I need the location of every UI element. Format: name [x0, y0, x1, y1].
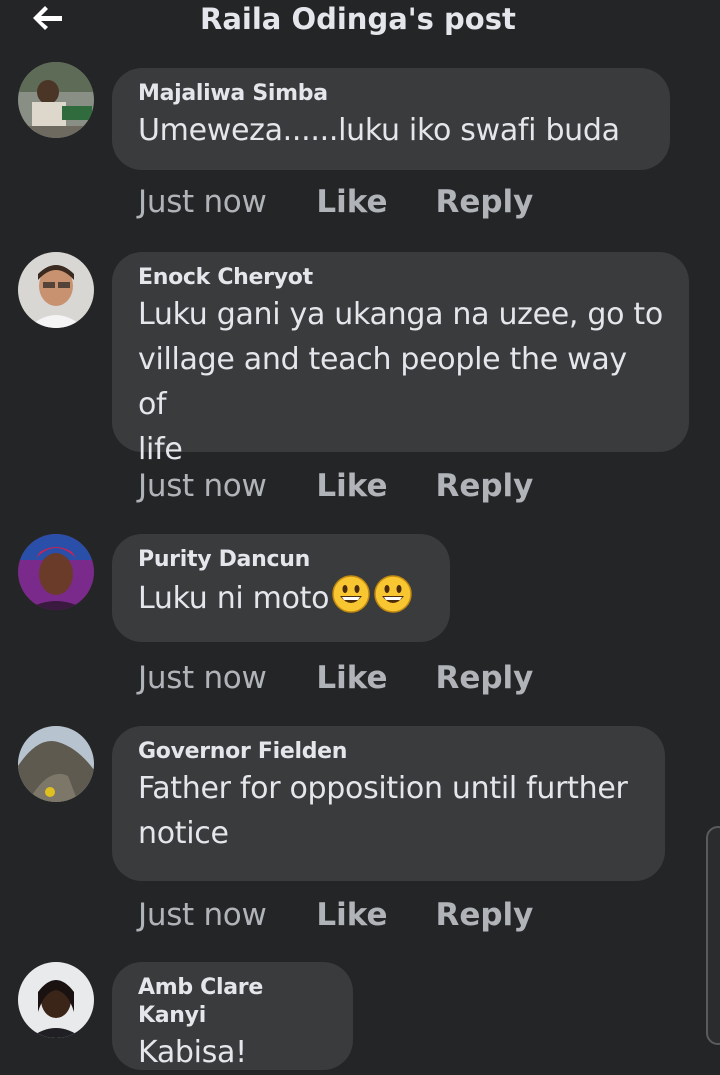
page-title: Raila Odinga's post [200, 2, 516, 36]
avatar[interactable] [18, 252, 94, 328]
like-button[interactable]: Like [316, 660, 387, 696]
comment-text-line: Luku gani ya ukanga na uzee, go to [138, 297, 663, 332]
scroll-handle[interactable] [706, 826, 720, 1045]
comment-bubble[interactable]: Amb Clare Kanyi Kabisa! [112, 962, 353, 1070]
comment-timestamp: Just now [138, 184, 267, 220]
comment-text-line: life [138, 432, 183, 467]
avatar[interactable] [18, 534, 94, 610]
comment-timestamp: Just now [138, 660, 267, 696]
comment-text-content: Luku ni moto [138, 581, 330, 616]
like-button[interactable]: Like [316, 184, 387, 220]
like-button[interactable]: Like [316, 468, 387, 504]
grinning-face-icon [332, 575, 370, 613]
comment-author[interactable]: Majaliwa Simba [138, 80, 644, 108]
comment-text-line: Father for opposition until further [138, 771, 628, 806]
avatar[interactable] [18, 962, 94, 1038]
comment-bubble[interactable]: Majaliwa Simba Umeweza......luku iko swa… [112, 68, 670, 170]
header-bar: Raila Odinga's post [0, 0, 720, 46]
comment-actions: Just now Like Reply [138, 184, 571, 220]
comment-text: Kabisa! [138, 1035, 247, 1070]
back-arrow-icon[interactable] [26, 0, 70, 40]
avatar[interactable] [18, 726, 94, 802]
comment-author[interactable]: Enock Cheryot [138, 264, 663, 292]
reply-button[interactable]: Reply [435, 184, 533, 220]
reply-button[interactable]: Reply [435, 897, 533, 933]
reply-button[interactable]: Reply [435, 468, 533, 504]
reply-button[interactable]: Reply [435, 660, 533, 696]
comment-bubble[interactable]: Purity Dancun Luku ni moto [112, 534, 450, 642]
comment-actions: Just now Like Reply [138, 660, 571, 696]
comment-author[interactable]: Governor Fielden [138, 738, 639, 766]
comment-bubble[interactable]: Enock Cheryot Luku gani ya ukanga na uze… [112, 252, 689, 467]
grinning-face-icon [374, 575, 412, 613]
comment-author[interactable]: Amb Clare Kanyi [138, 974, 327, 1030]
comment-timestamp: Just now [138, 468, 267, 504]
comment-text-line: village and teach people the way of [138, 342, 627, 422]
comment-actions: Just now Like Reply [138, 897, 571, 933]
comment-text: Umeweza......luku iko swafi buda [138, 113, 620, 148]
like-button[interactable]: Like [316, 897, 387, 933]
comment-text-line: notice [138, 816, 229, 851]
comment-actions: Just now Like Reply [138, 468, 571, 504]
comment-bubble[interactable]: Governor Fielden Father for opposition u… [112, 726, 665, 881]
comment-timestamp: Just now [138, 897, 267, 933]
comment-author[interactable]: Purity Dancun [138, 546, 424, 574]
comment-text: Luku ni moto [138, 574, 424, 621]
avatar[interactable] [18, 62, 94, 138]
